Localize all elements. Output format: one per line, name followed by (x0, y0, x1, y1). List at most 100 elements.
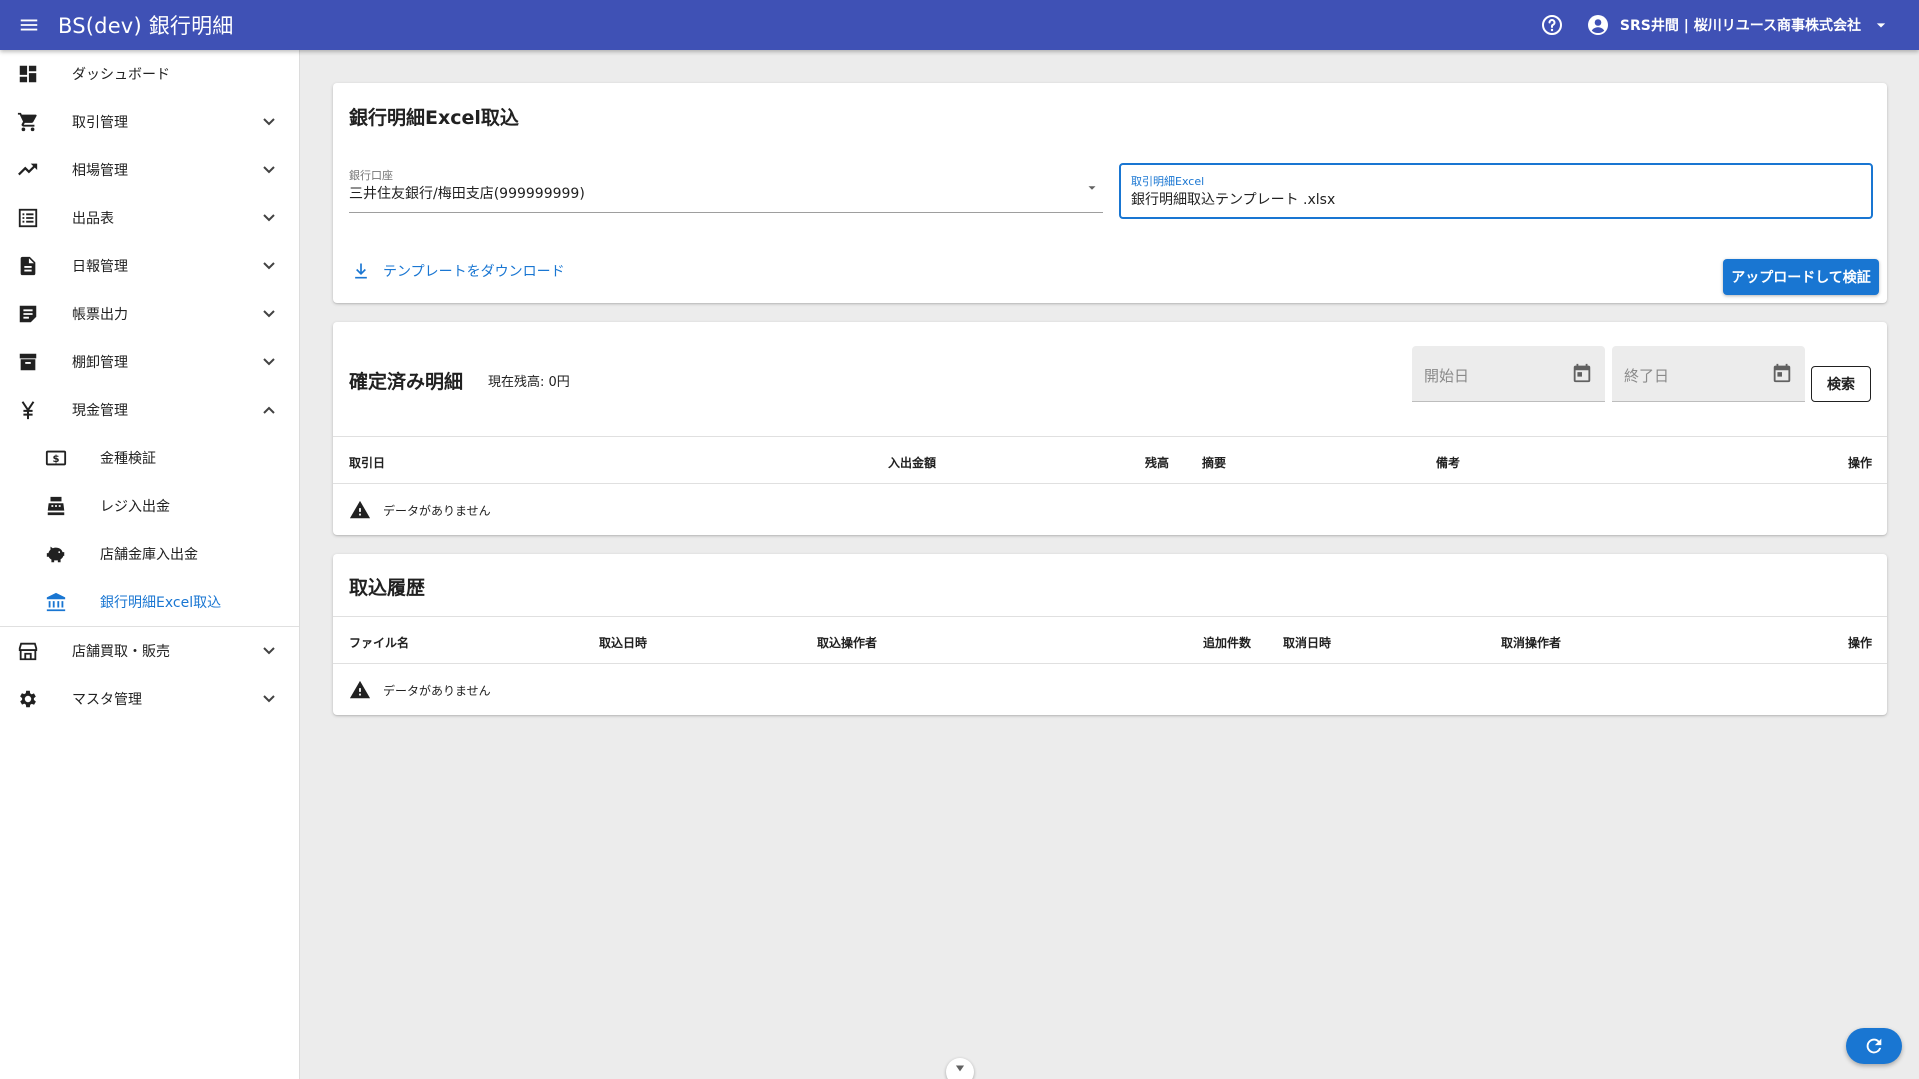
sidebar-item-label: レジ入出金 (100, 499, 170, 515)
sidebar-item-label: 店舗金庫入出金 (100, 547, 198, 563)
sidebar-item-daily-report[interactable]: 日報管理 (0, 242, 299, 290)
confirmed-card: 確定済み明細 現在残高: 0円 開始日 終了日 検索 取引日 入出金額 残高 摘… (333, 322, 1887, 535)
sidebar: ダッシュボード 取引管理 相場管理 出品表 日報管理 帳票出力 棚卸管理 現金管… (0, 50, 300, 1079)
sidebar-subitem-denomination[interactable]: $ 金種検証 (0, 434, 299, 482)
bank-account-label: 銀行口座 (349, 169, 393, 182)
column-header: 操作 (1848, 456, 1873, 470)
start-date-placeholder: 開始日 (1424, 367, 1470, 385)
column-header: 取消日時 (1283, 636, 1332, 650)
column-header: 取引日 (349, 456, 386, 470)
column-header: 追加件数 (1203, 636, 1252, 650)
excel-file-value: 銀行明細取込テンプレート .xlsx (1131, 192, 1336, 208)
empty-state-row: データがありません (349, 679, 491, 701)
sidebar-item-label: 棚卸管理 (72, 355, 128, 371)
chevron-down-icon (263, 166, 275, 174)
column-header: 取込操作者 (817, 636, 878, 650)
sidebar-subitem-bank-import[interactable]: 銀行明細Excel取込 (0, 578, 299, 626)
scroll-down-button[interactable] (946, 1058, 974, 1079)
sidebar-item-label: 現金管理 (72, 403, 128, 419)
sidebar-item-dashboard[interactable]: ダッシュボード (0, 50, 299, 98)
bank-account-select[interactable]: 銀行口座 三井住友銀行/梅田支店(999999999) (349, 167, 1103, 213)
column-header: 入出金額 (888, 456, 937, 470)
chevron-down-icon (263, 310, 275, 318)
column-header: 取込日時 (599, 636, 648, 650)
column-header: 備考 (1436, 456, 1461, 470)
chevron-down-icon (263, 358, 275, 366)
sidebar-item-label: 日報管理 (72, 259, 128, 275)
download-icon (355, 263, 367, 279)
money-bill-icon: $ (44, 446, 68, 470)
sidebar-item-label: 出品表 (72, 211, 114, 227)
user-menu[interactable]: SRS井間 | 桜川リユース商事株式会社 (1586, 13, 1891, 37)
sidebar-item-inventory[interactable]: 棚卸管理 (0, 338, 299, 386)
chevron-down-icon (263, 262, 275, 270)
sidebar-item-label: 店舗買取・販売 (72, 644, 170, 660)
warning-icon (349, 680, 371, 699)
excel-file-field[interactable]: 取引明細Excel 銀行明細取込テンプレート .xlsx (1119, 163, 1873, 219)
help-button[interactable] (1536, 9, 1568, 41)
chevron-down-icon (263, 695, 275, 703)
refresh-button[interactable] (1846, 1028, 1902, 1064)
end-date-field[interactable]: 終了日 (1612, 346, 1805, 402)
empty-state-text: データがありません (383, 683, 491, 698)
yen-icon (16, 398, 40, 422)
sidebar-item-cash[interactable]: 現金管理 (0, 386, 299, 434)
sidebar-item-master[interactable]: マスタ管理 (0, 675, 299, 723)
import-card: 銀行明細Excel取込 銀行口座 三井住友銀行/梅田支店(999999999) … (333, 83, 1887, 303)
calendar-icon[interactable] (1771, 362, 1793, 384)
user-name: SRS井間 | 桜川リユース商事株式会社 (1619, 18, 1861, 34)
warning-icon (349, 500, 371, 519)
sidebar-item-label: 帳票出力 (72, 307, 128, 323)
confirmed-table-header: 取引日 入出金額 残高 摘要 備考 操作 (333, 436, 1887, 484)
sidebar-item-label: 相場管理 (72, 163, 128, 179)
search-button[interactable]: 検索 (1811, 366, 1871, 402)
cart-icon (16, 110, 40, 134)
app-title: BS(dev) 銀行明細 (58, 14, 234, 38)
menu-button[interactable] (0, 0, 58, 50)
start-date-field[interactable]: 開始日 (1412, 346, 1605, 402)
current-balance: 現在残高: 0円 (488, 375, 570, 390)
empty-state-row: データがありません (349, 499, 491, 521)
app-bar: BS(dev) 銀行明細 SRS井間 | 桜川リユース商事株式会社 (0, 0, 1919, 50)
column-header: ファイル名 (349, 636, 410, 650)
store-icon (16, 639, 40, 663)
upload-verify-button[interactable]: アップロードして検証 (1723, 259, 1879, 295)
calendar-icon[interactable] (1571, 362, 1593, 384)
empty-state-text: データがありません (383, 503, 491, 518)
piggy-bank-icon (44, 542, 68, 566)
sidebar-item-label: マスタ管理 (72, 692, 142, 708)
refresh-icon (1866, 1038, 1882, 1054)
column-header: 操作 (1848, 636, 1873, 650)
end-date-placeholder: 終了日 (1624, 367, 1670, 385)
sidebar-item-market[interactable]: 相場管理 (0, 146, 299, 194)
sidebar-item-label: 取引管理 (72, 115, 128, 131)
sidebar-subitem-register[interactable]: レジ入出金 (0, 482, 299, 530)
bank-account-value: 三井住友銀行/梅田支店(999999999) (349, 186, 585, 202)
download-template-label: テンプレートをダウンロード (383, 264, 565, 280)
gear-icon (16, 687, 40, 711)
download-template-link[interactable]: テンプレートをダウンロード (351, 261, 565, 281)
bank-icon (44, 590, 68, 614)
caret-down-icon (1876, 23, 1886, 28)
sidebar-item-label: 銀行明細Excel取込 (100, 595, 222, 611)
sidebar-item-transactions[interactable]: 取引管理 (0, 98, 299, 146)
chevron-up-icon (263, 406, 275, 414)
account-circle-icon (1587, 15, 1608, 35)
dashboard-icon (16, 62, 40, 86)
sidebar-subitem-safe[interactable]: 店舗金庫入出金 (0, 530, 299, 578)
history-table-header: ファイル名 取込日時 取込操作者 追加件数 取消日時 取消操作者 操作 (333, 616, 1887, 664)
sidebar-item-forms[interactable]: 帳票出力 (0, 290, 299, 338)
column-header: 取消操作者 (1501, 636, 1562, 650)
cash-register-icon (44, 494, 68, 518)
note-icon (16, 302, 40, 326)
history-card-title: 取込履歴 (349, 577, 426, 599)
sidebar-item-label: ダッシュボード (72, 67, 170, 83)
sidebar-item-listing[interactable]: 出品表 (0, 194, 299, 242)
excel-file-label: 取引明細Excel (1131, 175, 1205, 188)
sidebar-item-store-trade[interactable]: 店舗買取・販売 (0, 627, 299, 675)
confirmed-card-title: 確定済み明細 (349, 371, 464, 393)
archive-icon (16, 350, 40, 374)
chevron-down-icon (263, 647, 275, 655)
caret-down-icon (1088, 186, 1096, 190)
chevron-down-icon (955, 1065, 965, 1072)
